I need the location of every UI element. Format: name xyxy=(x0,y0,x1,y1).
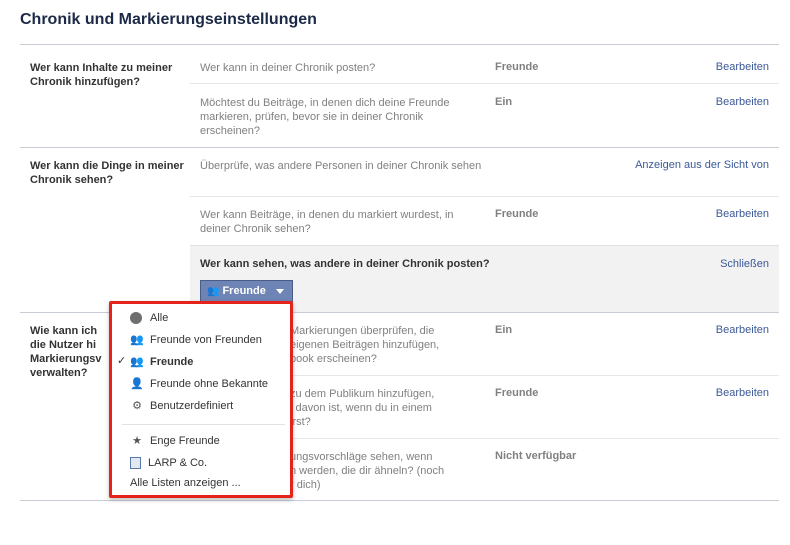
divider xyxy=(20,147,779,148)
page-title: Chronik und Markierungseinstellungen xyxy=(20,11,317,28)
question-tagged-posts: Wer kann Beiträge, in denen du markiert … xyxy=(200,209,454,235)
question-view-as: Überprüfe, was andere Personen in deiner… xyxy=(200,160,482,172)
divider xyxy=(190,83,779,84)
menu-item-label: Freunde xyxy=(150,356,194,368)
expanded-setting-title: Wer kann sehen, was andere in deiner Chr… xyxy=(200,258,490,270)
menu-item-label: Freunde ohne Bekannte xyxy=(150,378,269,390)
menu-item-public[interactable]: Alle xyxy=(130,310,168,326)
menu-item-friends[interactable]: 👥 Freunde xyxy=(130,354,193,370)
question-review-tags: Möchtest du Beiträge, in denen dich dein… xyxy=(200,97,450,137)
menu-item-label: Alle xyxy=(150,312,169,324)
globe-icon xyxy=(130,312,142,325)
friends-icon: 👥 xyxy=(207,286,220,297)
value-review-tags-own-posts: Ein xyxy=(495,324,513,336)
edit-link-review-tags-own-posts[interactable]: Bearbeiten xyxy=(716,324,769,336)
view-as-link[interactable]: Anzeigen aus der Sicht von xyxy=(635,159,769,171)
value-review-tags: Ein xyxy=(495,96,513,108)
question-line: Markierungen überprüfen, die xyxy=(290,325,435,337)
list-icon xyxy=(130,457,141,470)
menu-item-label: Enge Freunde xyxy=(150,435,220,447)
menu-item-close-friends[interactable]: ★ Enge Freunde xyxy=(130,433,220,449)
value-who-can-post: Freunde xyxy=(495,61,539,73)
divider xyxy=(20,44,779,45)
show-all-lists-link[interactable]: Alle Listen anzeigen ... xyxy=(130,475,241,491)
close-link[interactable]: Schließen xyxy=(720,258,769,270)
edit-link-review-tags[interactable]: Bearbeiten xyxy=(716,96,769,108)
friends-of-friends-icon: 👥 xyxy=(130,334,144,347)
divider xyxy=(190,196,779,197)
question-line: book erscheinen? xyxy=(290,353,377,365)
edit-link-who-can-post[interactable]: Bearbeiten xyxy=(716,61,769,73)
star-icon: ★ xyxy=(132,435,142,448)
section-label-visibility: Wer kann die Dinge in meiner Chronik seh… xyxy=(30,160,184,186)
question-line: l davon ist, wenn du in einem xyxy=(290,402,432,414)
divider xyxy=(20,500,779,501)
menu-item-label: LARP & Co. xyxy=(148,457,208,469)
menu-item-larp[interactable]: LARP & Co. xyxy=(130,455,207,471)
edit-link-tagged-posts[interactable]: Bearbeiten xyxy=(716,208,769,220)
question-line: r dich) xyxy=(290,479,321,491)
menu-item-custom[interactable]: ⚙ Benutzerdefiniert xyxy=(130,398,233,414)
edit-link-add-to-audience[interactable]: Bearbeiten xyxy=(716,387,769,399)
value-tagged-posts: Freunde xyxy=(495,208,539,220)
friends-except-acquaintances-icon: 👤 xyxy=(130,378,144,391)
value-tag-suggestions: Nicht verfügbar xyxy=(495,450,577,462)
question-who-can-post: Wer kann in deiner Chronik posten? xyxy=(200,62,376,74)
friends-icon: 👥 xyxy=(130,356,144,369)
section-label-add-content: Wer kann Inhalte zu meiner Chronik hinzu… xyxy=(30,62,173,88)
value-add-to-audience: Freunde xyxy=(495,387,539,399)
menu-item-friends-of-friends[interactable]: 👥 Freunde von Freunden xyxy=(130,332,262,348)
question-line: irst? xyxy=(290,416,311,428)
question-line: n werden, die dir ähneln? (noch xyxy=(290,465,445,477)
audience-selector-button[interactable]: 👥 Freunde xyxy=(200,280,293,302)
menu-item-friends-except-acquaintances[interactable]: 👤 Freunde ohne Bekannte xyxy=(130,376,268,392)
audience-selector-label: Freunde xyxy=(222,285,266,297)
question-review-tags-own-posts: Markierungen überprüfen, die eigenen Bei… xyxy=(290,324,575,366)
gear-icon: ⚙ xyxy=(132,400,142,413)
menu-divider xyxy=(122,424,285,425)
question-line: eigenen Beiträgen hinzufügen, xyxy=(290,339,440,351)
audience-dropdown-menu: Alle 👥 Freunde von Freunden ✓ 👥 Freunde 👤 F… xyxy=(109,301,293,498)
menu-item-label: Benutzerdefiniert xyxy=(150,400,234,412)
check-icon: ✓ xyxy=(117,355,127,367)
menu-item-label: Freunde von Freunden xyxy=(150,334,262,346)
chevron-down-icon xyxy=(276,289,284,294)
